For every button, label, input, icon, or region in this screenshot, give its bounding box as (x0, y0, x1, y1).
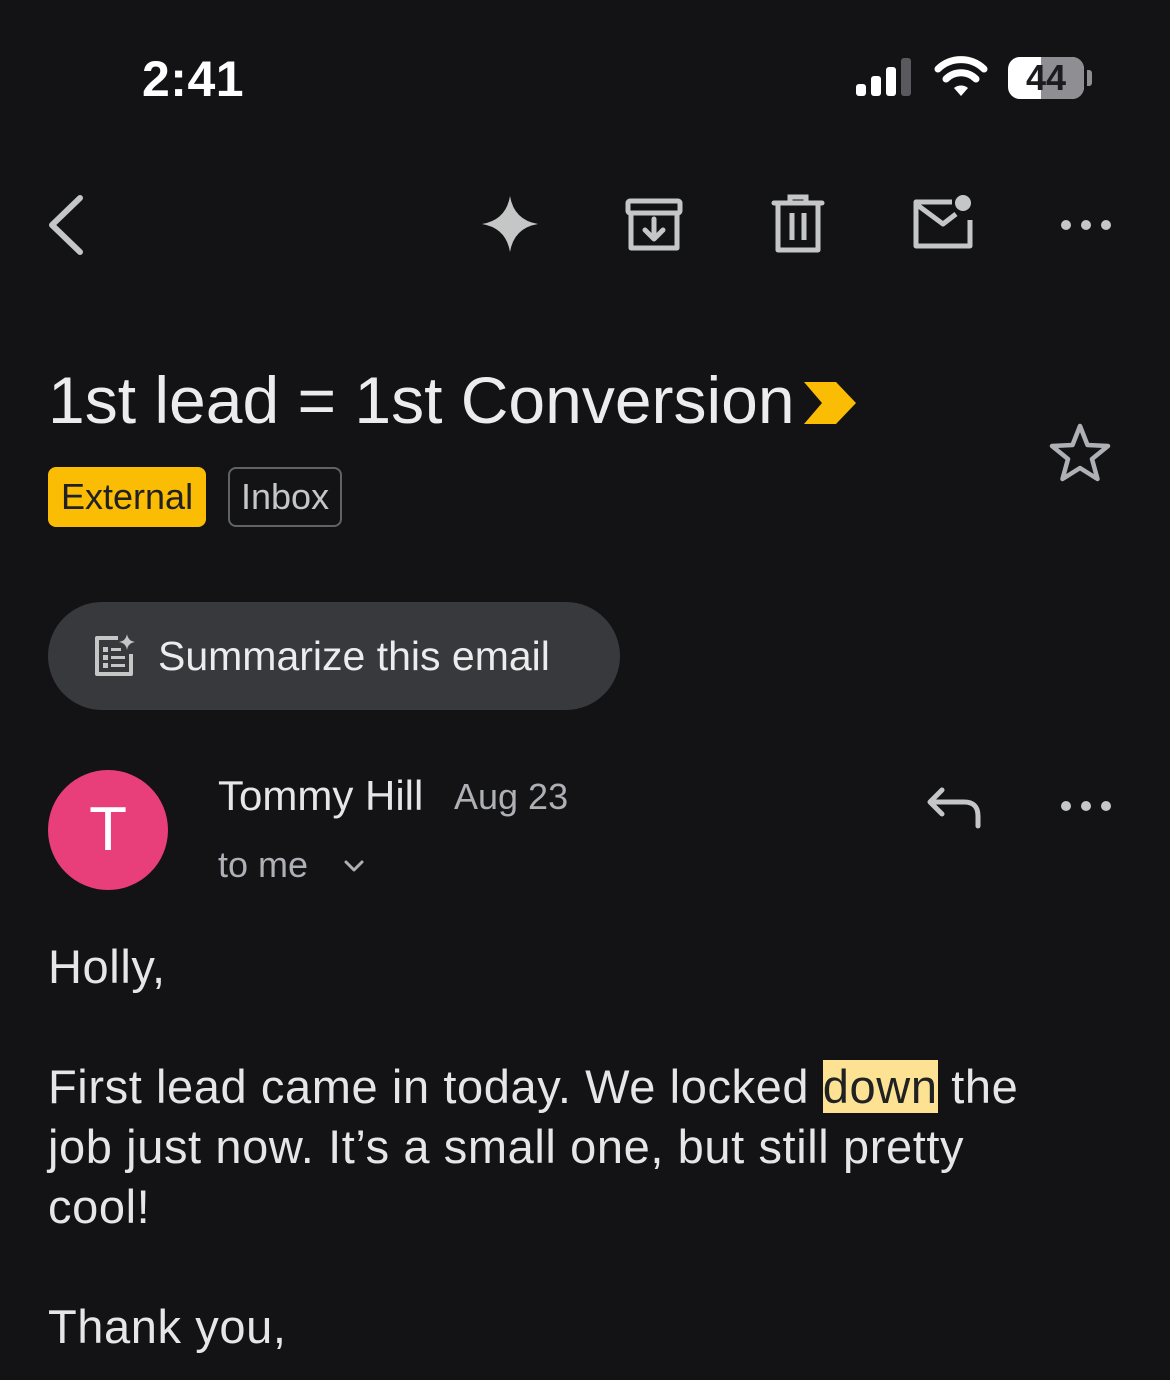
summarize-button-label: Summarize this email (158, 633, 550, 679)
summary-doc-sparkle-icon (92, 634, 136, 678)
battery-level: 44 (1025, 57, 1067, 98)
email-date: Aug 23 (454, 776, 569, 817)
cellular-signal-icon (856, 58, 914, 96)
star-icon[interactable] (1044, 418, 1116, 490)
body-line-3: cool! (48, 1180, 151, 1233)
body-line-2: job just now. It’s a small one, but stil… (48, 1120, 965, 1173)
body-line-1-start: First lead came in today. We locked (48, 1060, 823, 1113)
chevron-down-icon[interactable] (340, 852, 368, 880)
message-more-icon[interactable] (1050, 772, 1122, 844)
more-horizontal-icon[interactable] (1050, 188, 1122, 260)
recipient-label[interactable]: to me (218, 844, 308, 886)
archive-icon[interactable] (618, 188, 690, 260)
body-line-1-end: the (937, 1060, 1019, 1113)
sender-name[interactable]: Tommy Hill (218, 772, 423, 820)
mark-unread-icon[interactable] (906, 188, 978, 260)
sparkle-icon[interactable] (474, 188, 546, 260)
sender-avatar[interactable]: T (48, 770, 168, 890)
body-greeting: Holly, (48, 940, 166, 993)
importance-marker-icon[interactable] (802, 380, 858, 426)
reply-icon[interactable] (918, 772, 990, 844)
label-chip-inbox[interactable]: Inbox (228, 467, 343, 527)
email-subject: 1st lead = 1st Conversion (48, 363, 795, 437)
body-line-1: First lead came in today. We locked down… (48, 1057, 1018, 1117)
battery-cap (1087, 70, 1092, 86)
status-time: 2:41 (142, 51, 245, 107)
label-chip-external[interactable]: External (48, 467, 207, 527)
battery-icon: 44 (1008, 57, 1084, 99)
back-chevron-icon[interactable] (30, 188, 102, 260)
wifi-icon (934, 56, 988, 98)
body-closing: Thank you, (48, 1300, 287, 1353)
search-highlight: down (822, 1060, 938, 1113)
trash-icon[interactable] (762, 188, 834, 260)
